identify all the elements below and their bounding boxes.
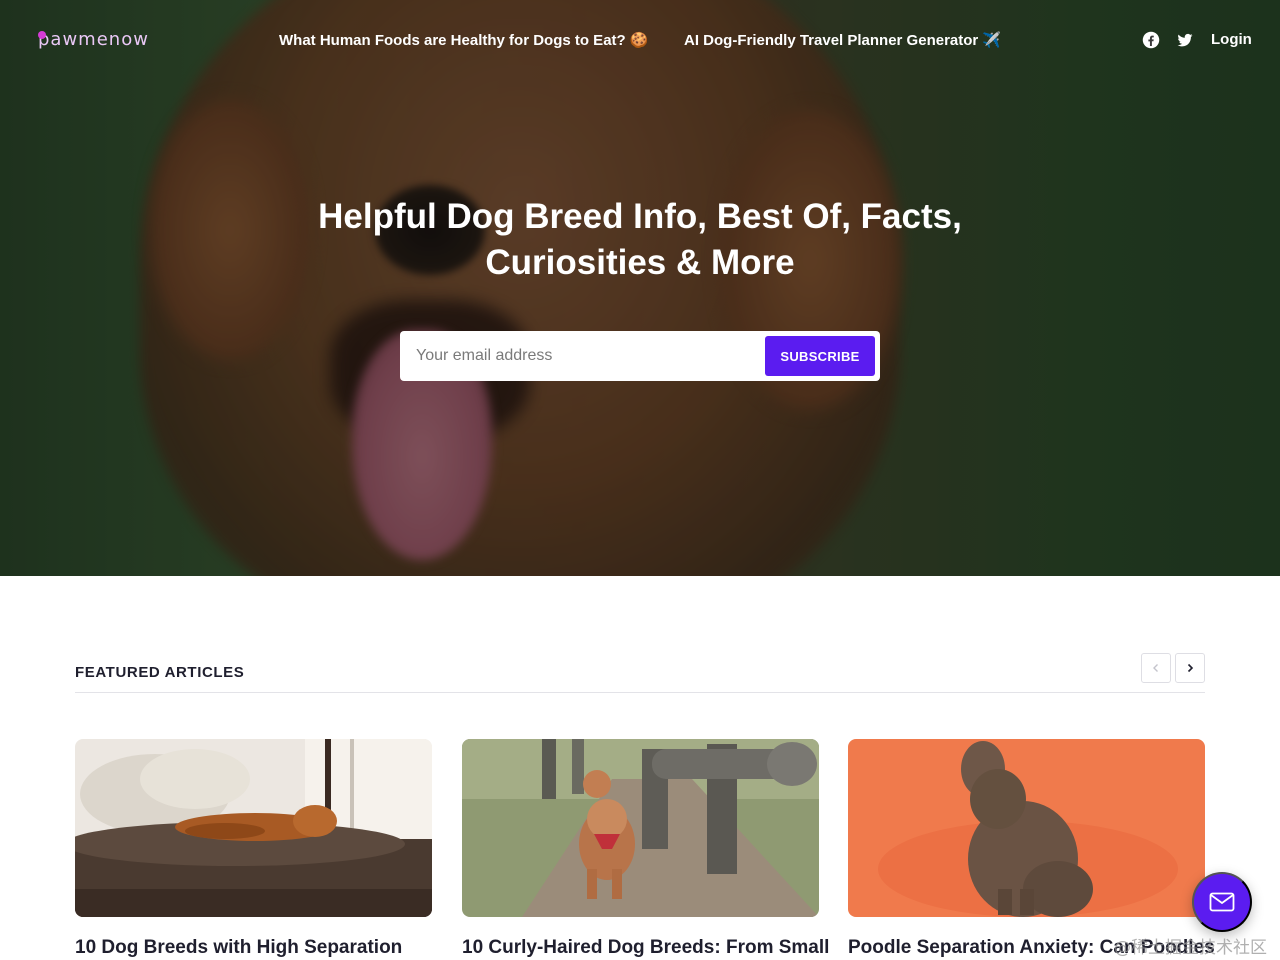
mail-icon [1209, 892, 1235, 912]
twitter-icon[interactable] [1176, 31, 1194, 49]
top-navigation: pawmenow What Human Foods are Healthy fo… [0, 0, 1280, 80]
logo-text: pawmenow [38, 29, 149, 50]
article-image-poodle-orange-background[interactable] [848, 739, 1205, 917]
hero-banner [0, 0, 1280, 576]
login-link[interactable]: Login [1211, 31, 1252, 48]
chevron-right-icon [1187, 663, 1194, 673]
section-divider [75, 692, 1205, 693]
nav-link-human-foods[interactable]: What Human Foods are Healthy for Dogs to… [279, 31, 649, 49]
contact-fab-button[interactable] [1192, 872, 1252, 932]
chevron-left-icon [1153, 664, 1158, 672]
watermark: @稀土掘金技术社区 [1114, 938, 1267, 958]
hero-title-line2: Curiosities & More [485, 243, 795, 282]
email-input[interactable] [400, 331, 760, 381]
facebook-icon[interactable] [1142, 31, 1160, 49]
subscribe-button[interactable]: SUBSCRIBE [765, 336, 875, 376]
subscribe-form: SUBSCRIBE [400, 331, 880, 381]
article-title[interactable]: 10 Curly-Haired Dog Breeds: From Small [462, 937, 829, 959]
featured-articles-heading: FEATURED ARTICLES [75, 664, 245, 681]
article-title[interactable]: 10 Dog Breeds with High Separation [75, 937, 402, 959]
carousel-prev-button[interactable] [1141, 653, 1171, 683]
logo-paw-icon [38, 31, 46, 39]
logo[interactable]: pawmenow [38, 29, 149, 50]
hero-title: Helpful Dog Breed Info, Best Of, Facts, … [240, 194, 1040, 286]
article-image-golden-dog-on-bed[interactable] [75, 739, 432, 917]
nav-link-travel-planner[interactable]: AI Dog-Friendly Travel Planner Generator… [684, 31, 1001, 49]
article-image-poodle-on-path[interactable] [462, 739, 819, 917]
carousel-next-button[interactable] [1175, 653, 1205, 683]
hero-title-line1: Helpful Dog Breed Info, Best Of, Facts, [318, 197, 962, 236]
